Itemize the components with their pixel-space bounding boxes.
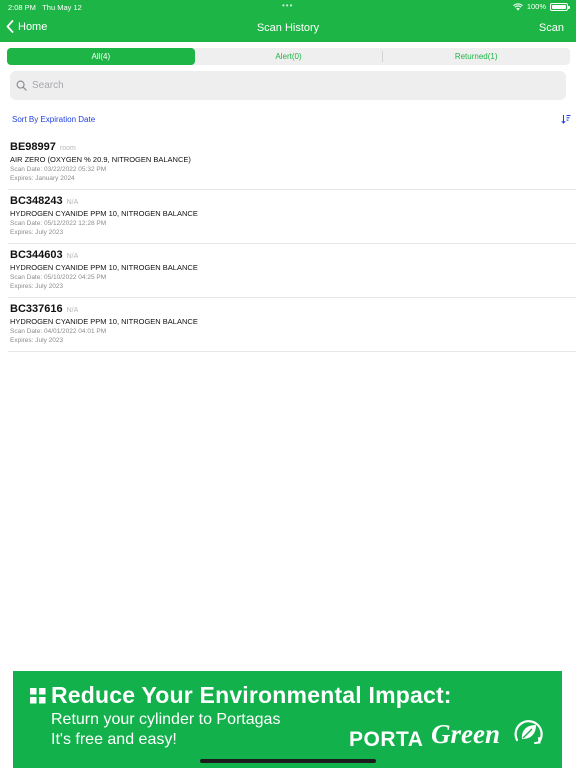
nav-bar: Home Scan History Scan [0, 14, 576, 42]
scan-date: Scan Date: 04/01/2022 04:01 PM [10, 328, 107, 335]
cylinder-location: N/A [66, 199, 79, 206]
cylinder-id: BC348243 [10, 195, 63, 207]
battery-percent: 100% [526, 2, 546, 11]
app-header: 2:08 PM Thu May 12 ••• 100% Home Scan Hi… [0, 0, 576, 42]
battery-icon [550, 2, 570, 11]
scan-history-list: BE98997 room AIR ZERO (OXYGEN % 20.9, NI… [8, 136, 576, 352]
cylinder-id: BE98997 [10, 141, 56, 153]
portagreen-logo: PORTA Green [349, 716, 549, 762]
scan-row[interactable]: BE98997 room AIR ZERO (OXYGEN % 20.9, NI… [8, 136, 576, 190]
scan-row[interactable]: BC348243 N/A HYDROGEN CYANIDE PPM 10, NI… [8, 190, 576, 244]
banner-subtext: Return your cylinder to Portagas [51, 711, 281, 728]
scan-date: Scan Date: 05/10/2022 04:25 PM [10, 274, 107, 281]
gas-description: HYDROGEN CYANIDE PPM 10, NITROGEN BALANC… [10, 209, 198, 218]
scan-row[interactable]: BC337616 N/A HYDROGEN CYANIDE PPM 10, NI… [8, 298, 576, 352]
search-input[interactable] [32, 80, 532, 91]
expiration-date: Expires: July 2023 [10, 283, 64, 290]
sort-icon[interactable] [561, 114, 571, 124]
status-indicators: 100% [512, 2, 570, 11]
scan-date: Scan Date: 05/12/2022 12:28 PM [10, 220, 107, 227]
expiration-date: Expires: July 2023 [10, 337, 64, 344]
cylinder-id: BC337616 [10, 303, 63, 315]
wifi-icon [512, 2, 523, 10]
squares-logo-icon [30, 688, 46, 704]
search-bar [10, 71, 566, 100]
return-cylinder-banner[interactable]: Reduce Your Environmental Impact: Return… [13, 671, 562, 768]
scan-date: Scan Date: 03/22/2022 05:32 PM [10, 166, 107, 173]
expiration-date: Expires: July 2023 [10, 229, 64, 236]
scan-button[interactable]: Scan [539, 22, 564, 34]
status-bar: 2:08 PM Thu May 12 ••• 100% [0, 0, 576, 14]
gas-description: HYDROGEN CYANIDE PPM 10, NITROGEN BALANC… [10, 263, 198, 272]
multitasking-dots-icon[interactable]: ••• [282, 1, 293, 10]
gas-description: AIR ZERO (OXYGEN % 20.9, NITROGEN BALANC… [10, 155, 191, 164]
cylinder-id: BC344603 [10, 249, 63, 261]
segment-alert[interactable]: Alert(0) [195, 48, 383, 65]
home-indicator[interactable] [200, 759, 376, 763]
banner-headline: Reduce Your Environmental Impact: [51, 682, 452, 708]
cylinder-location: N/A [66, 253, 79, 260]
gas-description: HYDROGEN CYANIDE PPM 10, NITROGEN BALANC… [10, 317, 198, 326]
page-title: Scan History [256, 22, 320, 34]
search-icon [16, 80, 27, 91]
cylinder-location: room [59, 145, 76, 152]
filter-segmented-control: All(4) Alert(0) Returned(1) [7, 48, 570, 65]
expiration-date: Expires: January 2024 [10, 175, 75, 182]
scan-row[interactable]: BC344603 N/A HYDROGEN CYANIDE PPM 10, NI… [8, 244, 576, 298]
logo-porta-text: PORTA [349, 728, 424, 751]
segment-returned[interactable]: Returned(1) [382, 48, 570, 65]
sort-by-expiration-button[interactable]: Sort By Expiration Date [12, 115, 95, 124]
status-time: 2:08 PM Thu May 12 [8, 3, 82, 12]
banner-subtext-2: It's free and easy! [51, 731, 177, 748]
leaf-recycle-icon [514, 720, 543, 744]
cylinder-location: N/A [66, 307, 79, 314]
logo-green-text: Green [431, 719, 500, 749]
segment-all[interactable]: All(4) [7, 48, 195, 65]
